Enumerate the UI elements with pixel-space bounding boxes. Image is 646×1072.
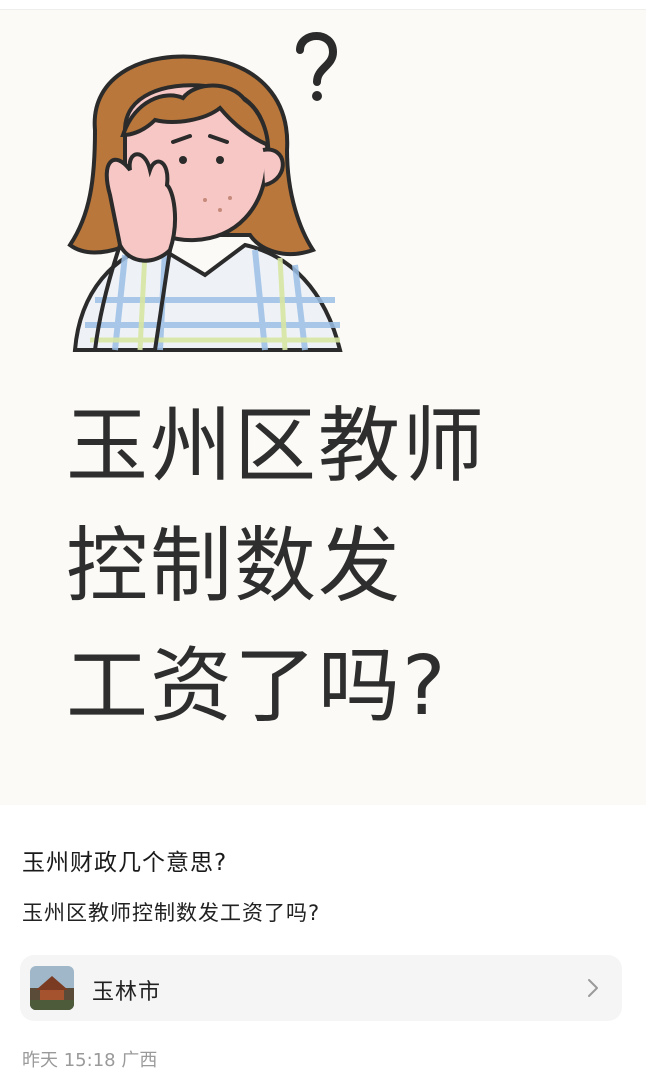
post-time: 昨天 15:18 bbox=[22, 1050, 116, 1071]
location-thumbnail bbox=[30, 966, 74, 1010]
post-region: 广西 bbox=[121, 1050, 158, 1071]
post-title: 玉州财政几个意思? bbox=[22, 850, 228, 876]
image-caption-line-2: 控制数发 bbox=[66, 519, 403, 614]
image-caption-line-3: 工资了吗? bbox=[66, 639, 448, 734]
location-name: 玉林市 bbox=[92, 980, 162, 1005]
image-caption-line-1: 玉州区教师 bbox=[66, 399, 487, 494]
post-meta: 昨天 15:18 广西 bbox=[22, 1046, 157, 1072]
chevron-right-icon bbox=[588, 979, 598, 997]
question-mark-icon bbox=[296, 32, 338, 101]
post-body: 玉州区教师控制数发工资了吗? bbox=[22, 901, 321, 925]
location-card[interactable]: 玉林市 bbox=[20, 955, 622, 1021]
thinking-girl-illustration bbox=[67, 32, 343, 352]
post-image[interactable]: 玉州区教师 控制数发 工资了吗? bbox=[0, 10, 646, 805]
